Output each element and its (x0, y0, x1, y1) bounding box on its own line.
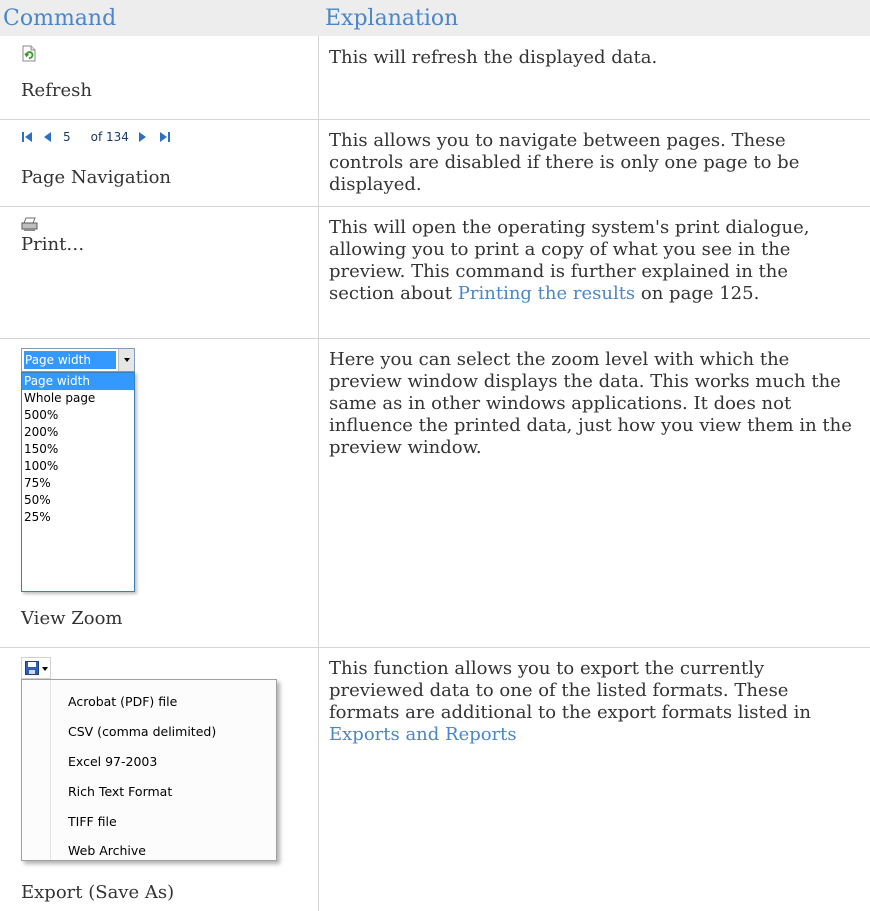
command-table: Command Explanation Refresh This will re… (0, 0, 870, 911)
explanation-refresh: This will refresh the displayed data. (329, 47, 658, 68)
floppy-disk-icon (25, 661, 39, 675)
menu-gutter (50, 680, 51, 860)
zoom-select[interactable]: Page width (21, 348, 135, 372)
previous-page-icon[interactable] (43, 131, 53, 143)
command-cell: 5 of 134 Page Navigation (0, 120, 319, 206)
zoom-option[interactable]: 500% (22, 407, 134, 424)
command-label-refresh: Refresh (21, 80, 92, 101)
command-cell: Page width Page width Whole page 500% 20… (0, 339, 319, 647)
zoom-option[interactable]: Whole page (22, 390, 134, 407)
exports-and-reports-link[interactable]: Exports and Reports (329, 724, 517, 745)
zoom-option[interactable]: 75% (22, 475, 134, 492)
table-row-print: Print… This will open the operating syst… (0, 207, 870, 339)
chevron-down-icon[interactable] (118, 349, 134, 371)
printing-results-link[interactable]: Printing the results (458, 283, 635, 304)
table-header: Command Explanation (0, 0, 870, 36)
printer-icon[interactable] (21, 217, 38, 232)
command-label-print: Print… (21, 234, 85, 255)
next-page-icon[interactable] (137, 131, 147, 143)
export-option-tiff[interactable]: TIFF file (68, 814, 117, 830)
page-count: of 134 (90, 130, 129, 144)
last-page-icon[interactable] (157, 131, 171, 143)
explanation-text: on page 125. (635, 283, 760, 304)
current-page-field[interactable]: 5 (63, 130, 71, 144)
explanation-print: This will open the operating system's pr… (319, 207, 870, 338)
refresh-icon[interactable] (21, 45, 37, 62)
first-page-icon[interactable] (21, 131, 35, 143)
explanation-text: This function allows you to export the c… (329, 658, 812, 723)
export-option-pdf[interactable]: Acrobat (PDF) file (68, 694, 177, 710)
zoom-options-list: Page width Whole page 500% 200% 150% 100… (21, 372, 135, 592)
save-as-button[interactable] (21, 657, 51, 679)
zoom-option[interactable]: Page width (22, 373, 134, 390)
page-navigation-bar: 5 of 134 (21, 129, 171, 145)
dropdown-arrow-icon (42, 667, 48, 671)
zoom-option[interactable]: 200% (22, 424, 134, 441)
table-row-view-zoom: Page width Page width Whole page 500% 20… (0, 339, 870, 648)
table-row-export: Acrobat (PDF) file CSV (comma delimited)… (0, 648, 870, 911)
explanation-export: This function allows you to export the c… (319, 648, 870, 911)
export-option-rtf[interactable]: Rich Text Format (68, 784, 172, 800)
header-command: Command (3, 5, 117, 31)
command-cell: Refresh (0, 36, 319, 119)
export-option-excel[interactable]: Excel 97-2003 (68, 754, 157, 770)
explanation-page-navigation: This allows you to navigate between page… (329, 130, 800, 195)
zoom-option[interactable]: 100% (22, 458, 134, 475)
command-cell: Acrobat (PDF) file CSV (comma delimited)… (0, 648, 319, 911)
command-cell: Print… (0, 207, 319, 338)
command-label-export: Export (Save As) (21, 882, 175, 903)
zoom-option[interactable]: 25% (22, 509, 134, 526)
zoom-option[interactable]: 150% (22, 441, 134, 458)
zoom-selected-value: Page width (24, 351, 116, 369)
zoom-option[interactable]: 50% (22, 492, 134, 509)
export-option-web-archive[interactable]: Web Archive (68, 843, 146, 859)
command-label-page-navigation: Page Navigation (21, 167, 172, 188)
export-option-csv[interactable]: CSV (comma delimited) (68, 724, 216, 740)
header-explanation: Explanation (325, 5, 459, 31)
table-row-refresh: Refresh This will refresh the displayed … (0, 36, 870, 120)
command-label-view-zoom: View Zoom (21, 608, 123, 629)
explanation-view-zoom: Here you can select the zoom level with … (329, 349, 852, 458)
export-menu: Acrobat (PDF) file CSV (comma delimited)… (21, 679, 277, 861)
table-row-page-navigation: 5 of 134 Page Navigation This allows you… (0, 120, 870, 207)
